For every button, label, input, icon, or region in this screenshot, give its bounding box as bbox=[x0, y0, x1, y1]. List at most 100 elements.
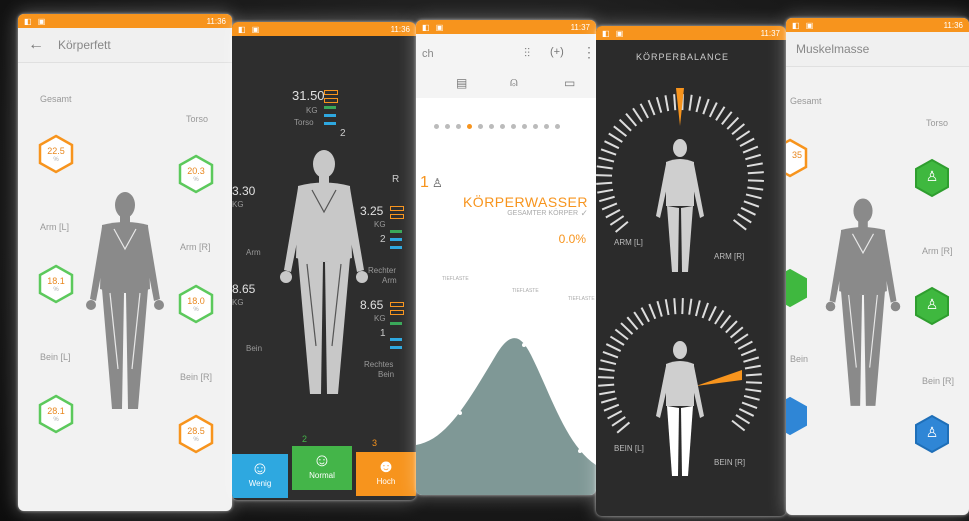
hex-arm-l[interactable]: 18.1 % bbox=[38, 264, 74, 304]
tablet-icon[interactable]: ▭ bbox=[564, 76, 575, 90]
gauge-tick bbox=[737, 340, 753, 350]
page-dot[interactable] bbox=[445, 124, 450, 129]
page-dot[interactable] bbox=[533, 124, 538, 129]
hex-arm-r[interactable]: ♙ bbox=[914, 286, 950, 326]
value-arm-r: 18.0 bbox=[187, 296, 205, 306]
back-arrow-icon[interactable]: ← bbox=[28, 36, 44, 54]
right-arm-bar-3 bbox=[390, 230, 402, 233]
hex-arm-l-partial[interactable] bbox=[786, 268, 808, 308]
gauge-tick bbox=[744, 364, 761, 370]
gauge-tick bbox=[746, 162, 763, 168]
gauge-tick bbox=[608, 132, 623, 143]
more-menu-icon[interactable]: ⋮ bbox=[582, 44, 596, 61]
hex-bein-r[interactable]: 28.5 % bbox=[178, 414, 214, 454]
upper-balance-gauge bbox=[596, 88, 764, 272]
right-arm-label2: Arm bbox=[382, 276, 397, 285]
gauge-tick bbox=[632, 107, 643, 123]
label-bein-l: Bein bbox=[790, 354, 809, 364]
status-bar: ◧ ▣ 11:36 bbox=[786, 18, 969, 32]
hex-bein-l-partial[interactable] bbox=[786, 396, 808, 436]
page-dot[interactable] bbox=[434, 124, 439, 129]
gauge-tick bbox=[731, 123, 745, 136]
gauge-tick bbox=[673, 94, 677, 111]
page-dot[interactable] bbox=[478, 124, 483, 129]
gauge-tick bbox=[614, 328, 629, 341]
screen-muscle-mass-kg: ◧ ▣ 11:36 31.50 KG Torso 2 R 3.30 KG Arm… bbox=[232, 22, 416, 500]
hex-gesamt[interactable]: 22.5 % bbox=[38, 134, 74, 174]
unit-arm-r: % bbox=[193, 307, 199, 313]
normal-button[interactable]: ☺ Normal bbox=[292, 446, 352, 490]
page-dot-active[interactable] bbox=[467, 124, 472, 129]
high-button[interactable]: ☻ Hoch bbox=[356, 452, 416, 496]
right-leg-bar-2 bbox=[390, 310, 404, 315]
axis-label-1: TIEFLASTE bbox=[442, 276, 469, 282]
value-bein-l: 28.1 bbox=[47, 406, 65, 416]
torso-value: 31.50 bbox=[292, 88, 325, 103]
gauge-tick bbox=[745, 381, 762, 384]
status-bar: ◧ ▣ 11:37 bbox=[416, 20, 596, 34]
normal-num: 2 bbox=[302, 434, 308, 444]
hex-bein-l[interactable]: 28.1 % bbox=[38, 394, 74, 434]
gauge-tick bbox=[740, 348, 757, 357]
info-icon[interactable]: ✓ bbox=[580, 208, 588, 219]
lower-balance-gauge bbox=[598, 298, 762, 476]
low-label: Wenig bbox=[248, 479, 272, 488]
page-dot[interactable] bbox=[456, 124, 461, 129]
leg-left-label: BEIN [L] bbox=[614, 444, 644, 453]
unit-bein-r: % bbox=[193, 437, 199, 443]
gauge-tick bbox=[681, 298, 684, 315]
status-time: 11:36 bbox=[390, 24, 410, 34]
hex-torso[interactable]: 20.3 % bbox=[178, 154, 214, 194]
gauge-tick bbox=[647, 99, 656, 116]
person-icon: ☺ bbox=[250, 458, 270, 478]
right-leg-label2: Bein bbox=[378, 370, 395, 379]
gauge-tick bbox=[743, 356, 760, 363]
value-gesamt: 22.5 bbox=[47, 146, 65, 156]
right-arm-unit: KG bbox=[374, 220, 386, 229]
status-time: 11:37 bbox=[760, 28, 780, 38]
screen-body-balance: ◧ ▣ 11:37 KÖRPERBALANCE ARM [L] ARM [R] bbox=[596, 26, 786, 516]
hex-arm-r[interactable]: 18.0 % bbox=[178, 284, 214, 324]
page-dot[interactable] bbox=[500, 124, 505, 129]
hex-bein-r[interactable]: ♙ bbox=[914, 414, 950, 454]
page-dot[interactable] bbox=[511, 124, 516, 129]
gauge-tick bbox=[731, 419, 746, 432]
status-time: 11:36 bbox=[943, 20, 963, 30]
gauge-tick bbox=[605, 343, 622, 352]
page-dot[interactable] bbox=[555, 124, 560, 129]
gauge-tick bbox=[747, 186, 764, 191]
gauge-tick bbox=[596, 165, 613, 170]
page-dot[interactable] bbox=[489, 124, 494, 129]
gauge-tick bbox=[609, 335, 625, 346]
screen-body-fat: ◧ ▣ 11:36 ← Körperfett Gesamt Torso Arm … bbox=[18, 14, 232, 511]
equalizer-icon[interactable]: ⫶⫶ bbox=[524, 46, 530, 61]
plus-minus-icon[interactable]: (+) bbox=[550, 46, 564, 58]
hex-gesamt-partial[interactable]: 35 bbox=[786, 138, 808, 178]
gauge-tick bbox=[598, 367, 615, 372]
label-bein-l: Bein [L] bbox=[40, 352, 71, 362]
hex-torso[interactable]: ♙ bbox=[914, 158, 950, 198]
page-dot[interactable] bbox=[522, 124, 527, 129]
value-arm-l: 18.1 bbox=[47, 276, 65, 286]
gauge-tick bbox=[734, 333, 749, 344]
gauge-tick bbox=[639, 103, 649, 119]
right-leg-level: 1 bbox=[380, 328, 386, 339]
page-dot[interactable] bbox=[544, 124, 549, 129]
gauge-tick bbox=[609, 215, 625, 226]
user-icon[interactable]: ⍝ bbox=[510, 74, 518, 90]
gauge-tick bbox=[745, 153, 762, 161]
gauge-tick bbox=[600, 148, 617, 156]
leg-right-label: BEIN [R] bbox=[714, 458, 746, 467]
low-button[interactable]: ☺ Wenig bbox=[232, 454, 288, 498]
status-time: 11:36 bbox=[206, 16, 226, 26]
unit-torso: % bbox=[193, 177, 199, 183]
right-tab[interactable]: R bbox=[392, 174, 399, 185]
status-bar: ◧ ▣ 11:36 bbox=[232, 22, 416, 36]
right-arm-bar-1 bbox=[390, 206, 404, 211]
balance-title: KÖRPERBALANCE bbox=[636, 52, 730, 62]
right-leg-bar-4 bbox=[390, 338, 402, 341]
body-figure-icon bbox=[825, 198, 901, 406]
label-bein-r: Bein [R] bbox=[922, 376, 955, 386]
torso-bar-3 bbox=[324, 106, 336, 109]
scale-icon[interactable]: ▤ bbox=[456, 76, 467, 90]
